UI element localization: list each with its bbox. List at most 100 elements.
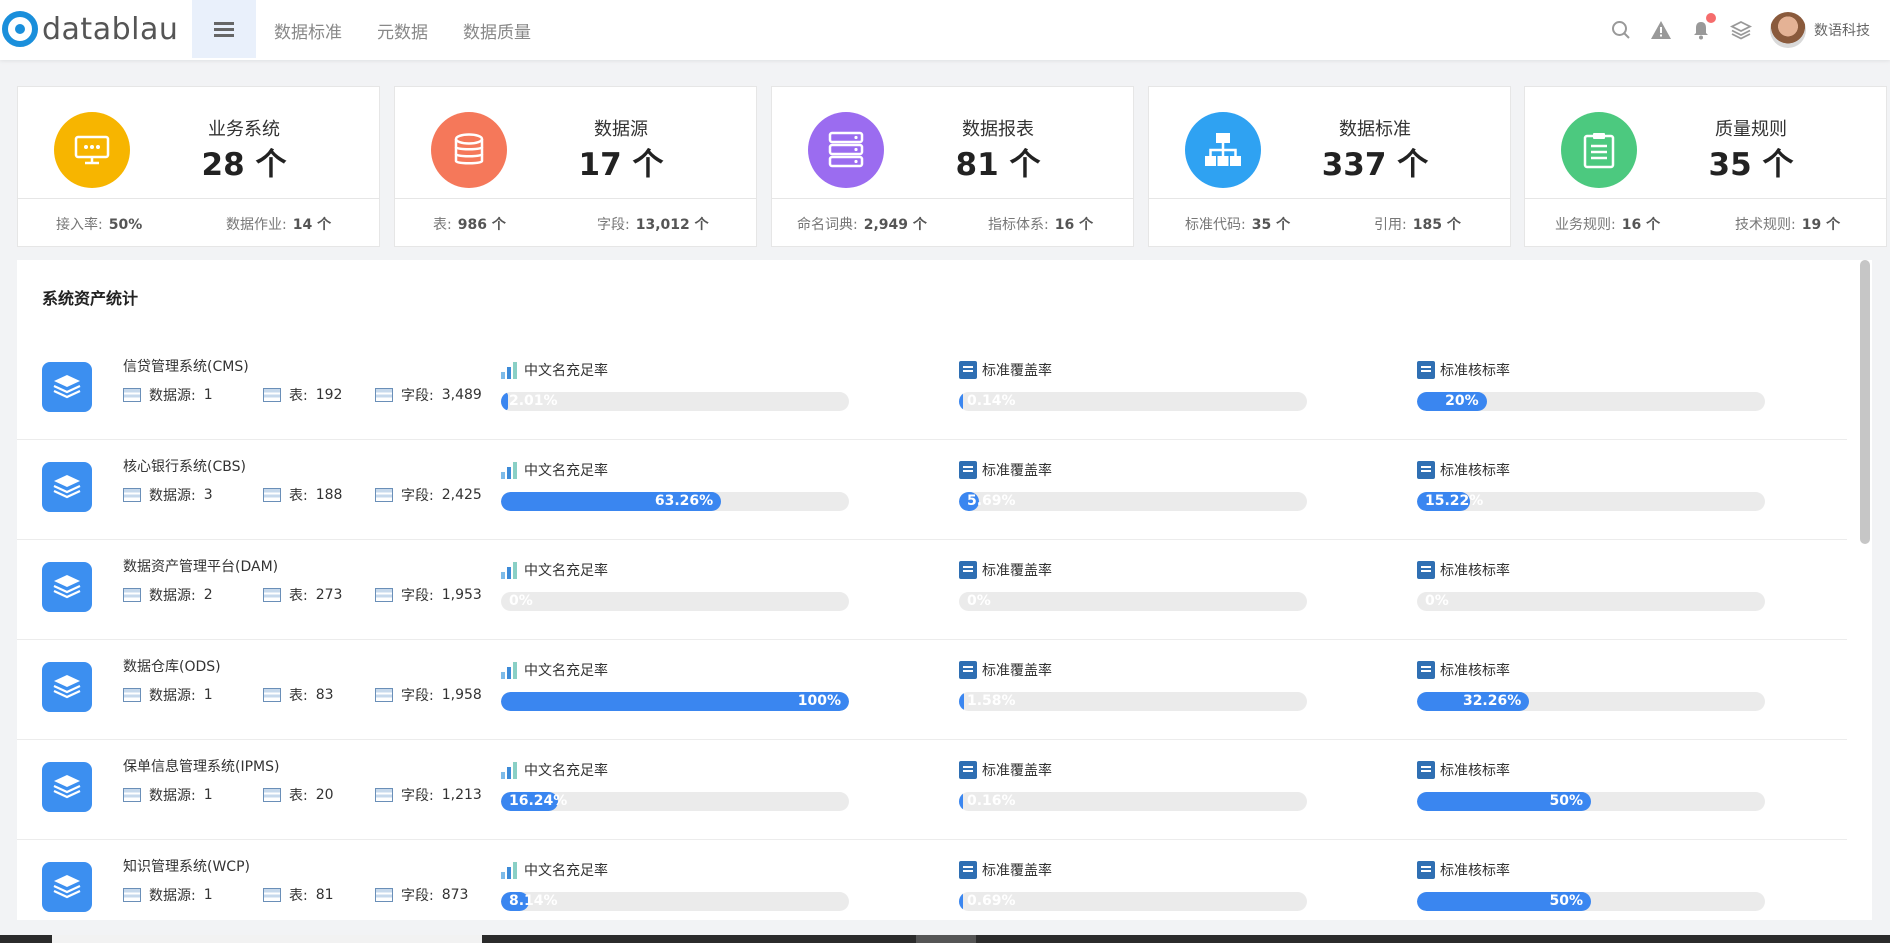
progress-fill [501,392,508,411]
header-actions: 数语科技 [1610,0,1890,60]
database-icon [431,112,507,188]
stat-label: 数据源: [149,788,196,804]
card-value: 17 个 [578,147,664,183]
vertical-scrollbar[interactable] [1860,260,1870,544]
progress-text: 8.14% [509,893,558,909]
stat-value: 83 [315,687,334,703]
card-data-report[interactable]: 数据报表 81 个 命名词典: 2,949 个 指标体系: 16 个 [771,86,1134,247]
progress-text: 1.58% [967,693,1016,709]
field-icon [375,888,393,902]
card-data-source[interactable]: 数据源 17 个 表: 986 个 字段: 13,012 个 [394,86,757,247]
system-name[interactable]: 知识管理系统(WCP) [123,856,250,876]
progress-bar: 0% [501,592,849,611]
card-title: 业务系统 [208,119,280,140]
stat-label: 表: [289,588,308,604]
progress-bar: 50% [1417,792,1765,811]
user-name[interactable]: 数语科技 [1814,20,1870,40]
metric-block: 中文名充足率 16.24% [501,760,851,811]
system-stat-table: 表: 273 [263,585,342,605]
card-value: 81 个 [955,147,1041,183]
stat-value: 273 [315,587,343,603]
progress-text: 0% [967,593,991,609]
card-data-standard[interactable]: 数据标准 337 个 标准代码: 35 个 引用: 185 个 [1148,86,1511,247]
system-stat-field: 字段: 1,958 [375,685,482,705]
system-stat-datasource: 数据源: 2 [123,585,213,605]
progress-bar: 20% [1417,392,1765,411]
search-icon[interactable] [1610,19,1632,41]
nav-data-standard[interactable]: 数据标准 [274,18,342,43]
nav-metadata[interactable]: 元数据 [377,18,428,43]
metric-block: 标准覆盖率 0.16% [959,760,1309,811]
logo-mark-icon [2,11,38,47]
system-stat-datasource: 数据源: 1 [123,385,213,405]
progress-text: 50% [1549,893,1583,909]
progress-text: 100% [797,693,841,709]
avatar[interactable] [1770,12,1806,48]
system-stat-table: 表: 188 [263,485,342,505]
bar-chart-icon [501,561,519,579]
bookmark-icon [1417,661,1435,679]
system-stat-field: 字段: 2,425 [375,485,482,505]
metric-label: 标准覆盖率 [959,360,1309,380]
stat-label: 表: [289,688,308,704]
stat-label: 数据源: [149,588,196,604]
monitor-icon [54,112,130,188]
system-row[interactable]: 核心银行系统(CBS) 数据源: 3 表: 188 字段: 2,425 中文名充足率 63.26… [17,440,1847,540]
card-quality-rule[interactable]: 质量规则 35 个 业务规则: 16 个 技术规则: 19 个 [1524,86,1887,247]
system-name[interactable]: 核心银行系统(CBS) [123,456,246,476]
warning-icon[interactable] [1650,19,1672,41]
stat-value: 1,953 [441,587,482,603]
metric-block: 标准覆盖率 0.14% [959,360,1309,411]
system-name[interactable]: 数据资产管理平台(DAM) [123,556,278,576]
logo[interactable]: datablau [2,9,178,49]
metric-block: 标准核标率 32.26% [1417,660,1767,711]
system-row[interactable]: 信贷管理系统(CMS) 数据源: 1 表: 192 字段: 3,489 中文名充足率 2.01%… [17,340,1847,440]
stat-value: 1 [203,787,213,803]
system-row[interactable]: 知识管理系统(WCP) 数据源: 1 表: 81 字段: 873 中文名充足率 8.14% 标准覆… [17,840,1847,920]
field-icon [375,488,393,502]
system-name[interactable]: 信贷管理系统(CMS) [123,356,249,376]
card-footer: 接入率: 50% 数据作业: 14 个 [18,198,379,246]
bell-icon[interactable] [1690,13,1716,41]
card-value: 28 个 [201,147,287,183]
metric-block: 标准核标率 50% [1417,860,1767,911]
system-stat-table: 表: 83 [263,685,334,705]
metric-block: 标准覆盖率 0% [959,560,1309,611]
metric-label: 标准覆盖率 [959,760,1309,780]
system-row[interactable]: 数据仓库(ODS) 数据源: 1 表: 83 字段: 1,958 中文名充足率 100% 标准覆盖… [17,640,1847,740]
progress-bar: 0.16% [959,792,1307,811]
card-footer: 业务规则: 16 个 技术规则: 19 个 [1525,198,1886,246]
metric-block: 标准覆盖率 1.58% [959,660,1309,711]
layers-icon[interactable] [1730,19,1752,41]
card-footer: 标准代码: 35 个 引用: 185 个 [1149,198,1510,246]
metric-block: 中文名充足率 100% [501,660,851,711]
card-title: 数据标准 [1339,119,1411,140]
progress-bar: 0% [1417,592,1765,611]
system-stat-table: 表: 192 [263,385,342,405]
bar-chart-icon [501,761,519,779]
system-name[interactable]: 保单信息管理系统(IPMS) [123,756,279,776]
menu-toggle-button[interactable] [192,0,256,58]
bookmark-icon [959,461,977,479]
progress-bar: 0.69% [959,892,1307,911]
horizontal-scrollbar[interactable] [52,935,482,943]
system-name[interactable]: 数据仓库(ODS) [123,656,221,676]
field-icon [375,388,393,402]
system-row[interactable]: 保单信息管理系统(IPMS) 数据源: 1 表: 20 字段: 1,213 中文名充足率 16.… [17,740,1847,840]
stat-value: 873 [441,887,469,903]
metric-label: 中文名充足率 [501,560,851,580]
layers-icon [42,362,92,412]
hierarchy-icon [1185,112,1261,188]
metric-block: 中文名充足率 63.26% [501,460,851,511]
progress-bar: 32.26% [1417,692,1765,711]
progress-bar: 0% [959,592,1307,611]
stat-label: 字段: [401,888,434,904]
card-footer-stat: 接入率: 50% [56,217,143,233]
stat-value: 20 [315,787,334,803]
progress-text: 20% [1445,393,1479,409]
system-row[interactable]: 数据资产管理平台(DAM) 数据源: 2 表: 273 字段: 1,953 中文名充足率 0% 标… [17,540,1847,640]
card-business-system[interactable]: 业务系统 28 个 接入率: 50% 数据作业: 14 个 [17,86,380,247]
stat-label: 字段: [401,588,434,604]
nav-data-quality[interactable]: 数据质量 [463,18,531,43]
metric-block: 中文名充足率 0% [501,560,851,611]
